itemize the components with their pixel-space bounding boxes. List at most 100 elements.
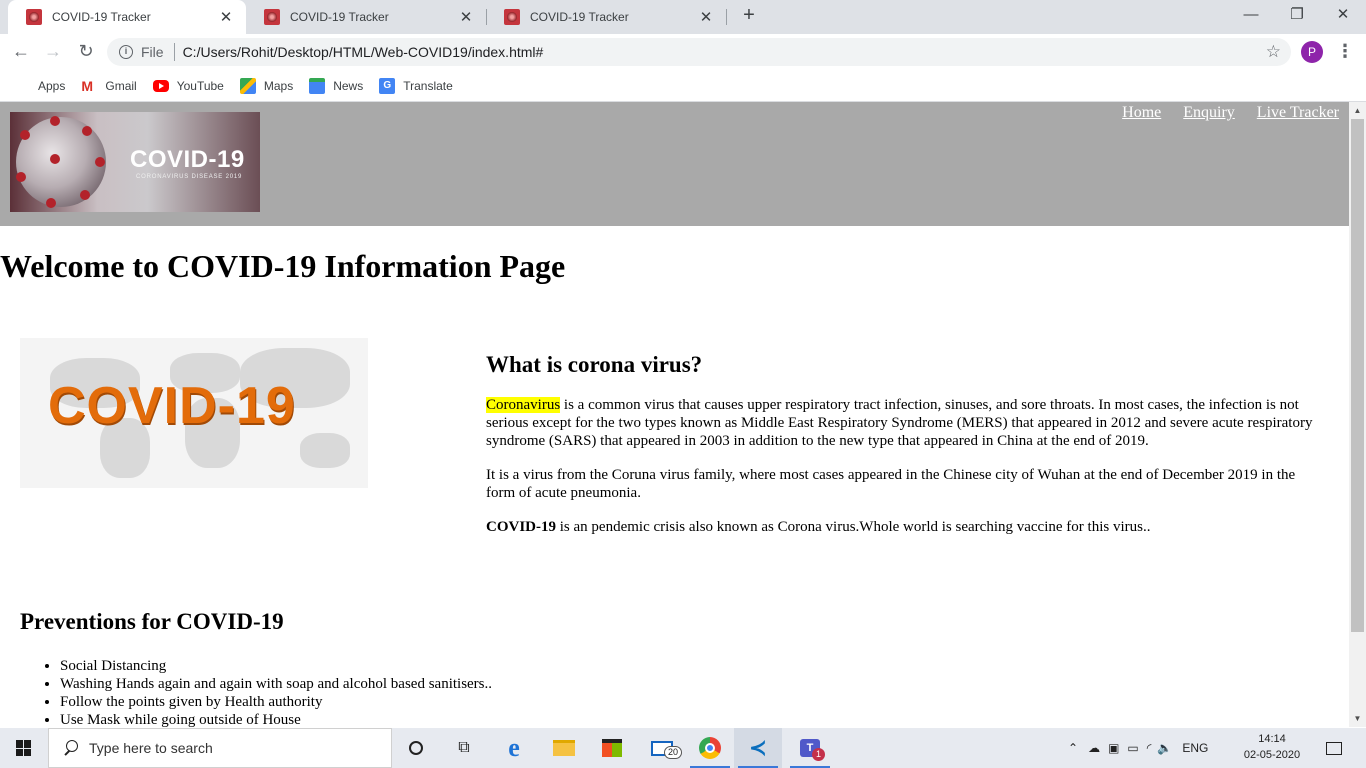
bookmark-label: YouTube [176,78,224,93]
bookmark-label: Gmail [105,78,137,93]
bold-term: COVID-19 [486,519,556,535]
tab-close-icon[interactable]: ✕ [458,8,474,26]
preventions-list: Social Distancing Washing Hands again an… [60,657,492,727]
scroll-up-arrow-icon[interactable]: ▲ [1349,102,1366,119]
about-paragraph-2: It is a virus from the Coruna virus fami… [486,467,1296,501]
about-paragraph-1-text: is a common virus that causes upper resp… [486,397,1313,449]
action-icon[interactable]: ▣ [1108,741,1119,755]
address-scheme-label: File [141,44,164,60]
about-title: What is corona virus? [486,352,703,377]
mail-badge: 20 [664,746,683,759]
battery-icon[interactable]: ▭ [1127,741,1138,755]
teams-badge: 1 [812,748,826,761]
restore-button[interactable]: ❐ [1274,0,1320,32]
logo-subtitle: CORONAVIRUS DISEASE 2019 [136,174,243,180]
maps-icon [239,77,256,94]
minimize-button[interactable]: — [1228,0,1274,32]
new-tab-button[interactable]: + [738,5,760,27]
covid-world-map-image: COVID-19 [20,338,368,488]
task-view-icon[interactable]: ⧉ [440,728,488,768]
covid-favicon-icon [26,9,42,25]
address-bar[interactable]: i File C:/Users/Rohit/Desktop/HTML/Web-C… [107,38,1291,66]
logo-brand-text: COVID-19 [130,146,245,173]
translate-icon: G [379,77,396,94]
nav-link-home[interactable]: Home [1122,104,1161,121]
notifications-icon[interactable] [1310,728,1358,768]
about-paragraph-1: Coronavirus is a common virus that cause… [486,396,1326,450]
cortana-icon[interactable] [392,728,440,768]
virus-spike [20,130,30,140]
covid-favicon-icon [264,9,280,25]
about-paragraph-3-text: is an pendemic crisis also known as Coro… [556,519,1151,535]
covid-favicon-icon [504,9,520,25]
profile-avatar[interactable]: P [1301,41,1323,63]
tab-title: COVID-19 Tracker [530,10,629,24]
about-paragraph-3: COVID-19 is an pendemic crisis also know… [486,518,1326,536]
store-icon[interactable] [588,728,636,768]
onedrive-icon[interactable]: ☁ [1088,741,1100,755]
wifi-icon[interactable]: ◜ [1147,741,1152,755]
start-button[interactable] [0,728,48,768]
page-scrollbar[interactable]: ▲ ▼ [1349,102,1366,727]
highlighted-term: Coronavirus [486,397,561,413]
teams-icon[interactable]: T 1 [786,728,834,768]
covid-logo-banner: COVID-19 CORONAVIRUS DISEASE 2019 [10,112,260,212]
apps-grid-icon [14,78,30,94]
browser-toolbar: ← → ↻ i File C:/Users/Rohit/Desktop/HTML… [0,34,1366,70]
gmail-icon: M [81,77,94,94]
taskbar-search-placeholder: Type here to search [89,740,213,756]
show-hidden-icons-icon[interactable]: ⌃ [1068,741,1078,755]
taskbar-search-box[interactable]: Type here to search [48,728,392,768]
bookmark-star-icon[interactable]: ☆ [1266,42,1281,62]
search-icon [63,740,79,756]
browser-menu-icon[interactable]: ⋮ [1336,40,1354,64]
nav-link-enquiry[interactable]: Enquiry [1183,104,1235,121]
browser-tab-2[interactable]: COVID-19 Tracker ✕ [246,0,486,34]
virus-spike [16,172,26,182]
close-window-button[interactable]: ✕ [1320,0,1366,32]
map-covid-text: COVID-19 [48,377,296,435]
info-icon[interactable]: i [119,45,133,59]
file-explorer-icon[interactable] [540,728,588,768]
bookmark-label: Apps [38,78,66,93]
edge-icon[interactable]: e [490,728,538,768]
bookmark-label: Translate [403,78,453,93]
chrome-icon[interactable] [686,728,734,768]
system-tray: ⌃ ☁ ▣ ▭ ◜ 🔈 ENG [1068,728,1208,768]
bookmark-gmail[interactable]: M Gmail [81,78,136,94]
page-title: Welcome to COVID-19 Information Page [0,248,566,284]
volume-icon[interactable]: 🔈 [1157,741,1172,755]
prevention-item: Follow the points given by Health author… [60,693,492,711]
bookmark-youtube[interactable]: YouTube [152,78,224,93]
bookmark-maps[interactable]: Maps [239,77,294,94]
browser-tab-1[interactable]: COVID-19 Tracker ✕ [8,0,246,34]
windows-logo-icon [16,740,32,756]
browser-tab-3[interactable]: COVID-19 Tracker ✕ [486,0,726,34]
bookmark-news[interactable]: News [309,77,363,94]
tab-close-icon[interactable]: ✕ [698,8,714,26]
bookmark-apps[interactable]: Apps [14,78,65,94]
forward-button[interactable]: → [41,40,65,64]
bookmark-label: Maps [263,78,294,93]
page-viewport: COVID-19 CORONAVIRUS DISEASE 2019 Home E… [0,102,1349,727]
clock-time: 14:14 [1258,733,1286,745]
vscode-icon[interactable]: ≺ [734,728,782,768]
tab-close-icon[interactable]: ✕ [218,8,234,26]
about-section: What is corona virus? Coronavirus is a c… [486,352,1326,552]
language-indicator[interactable]: ENG [1182,741,1208,755]
clock-date: 02-05-2020 [1243,749,1301,761]
address-url[interactable]: C:/Users/Rohit/Desktop/HTML/Web-COVID19/… [183,44,544,60]
taskbar-clock[interactable]: 14:14 02-05-2020 [1236,731,1308,763]
reload-button[interactable]: ↻ [74,40,98,64]
scrollbar-thumb[interactable] [1351,119,1364,632]
preventions-title: Preventions for COVID-19 [20,609,284,634]
address-divider [173,43,175,61]
back-button[interactable]: ← [9,40,33,64]
prevention-item: Washing Hands again and again with soap … [60,675,492,693]
scroll-down-arrow-icon[interactable]: ▼ [1349,710,1366,727]
mail-icon[interactable]: 20 [638,728,686,768]
bookmark-translate[interactable]: G Translate [379,77,453,94]
nav-link-live-tracker[interactable]: Live Tracker [1257,104,1339,121]
site-header: COVID-19 CORONAVIRUS DISEASE 2019 Home E… [0,102,1349,226]
map-continent [300,433,350,468]
